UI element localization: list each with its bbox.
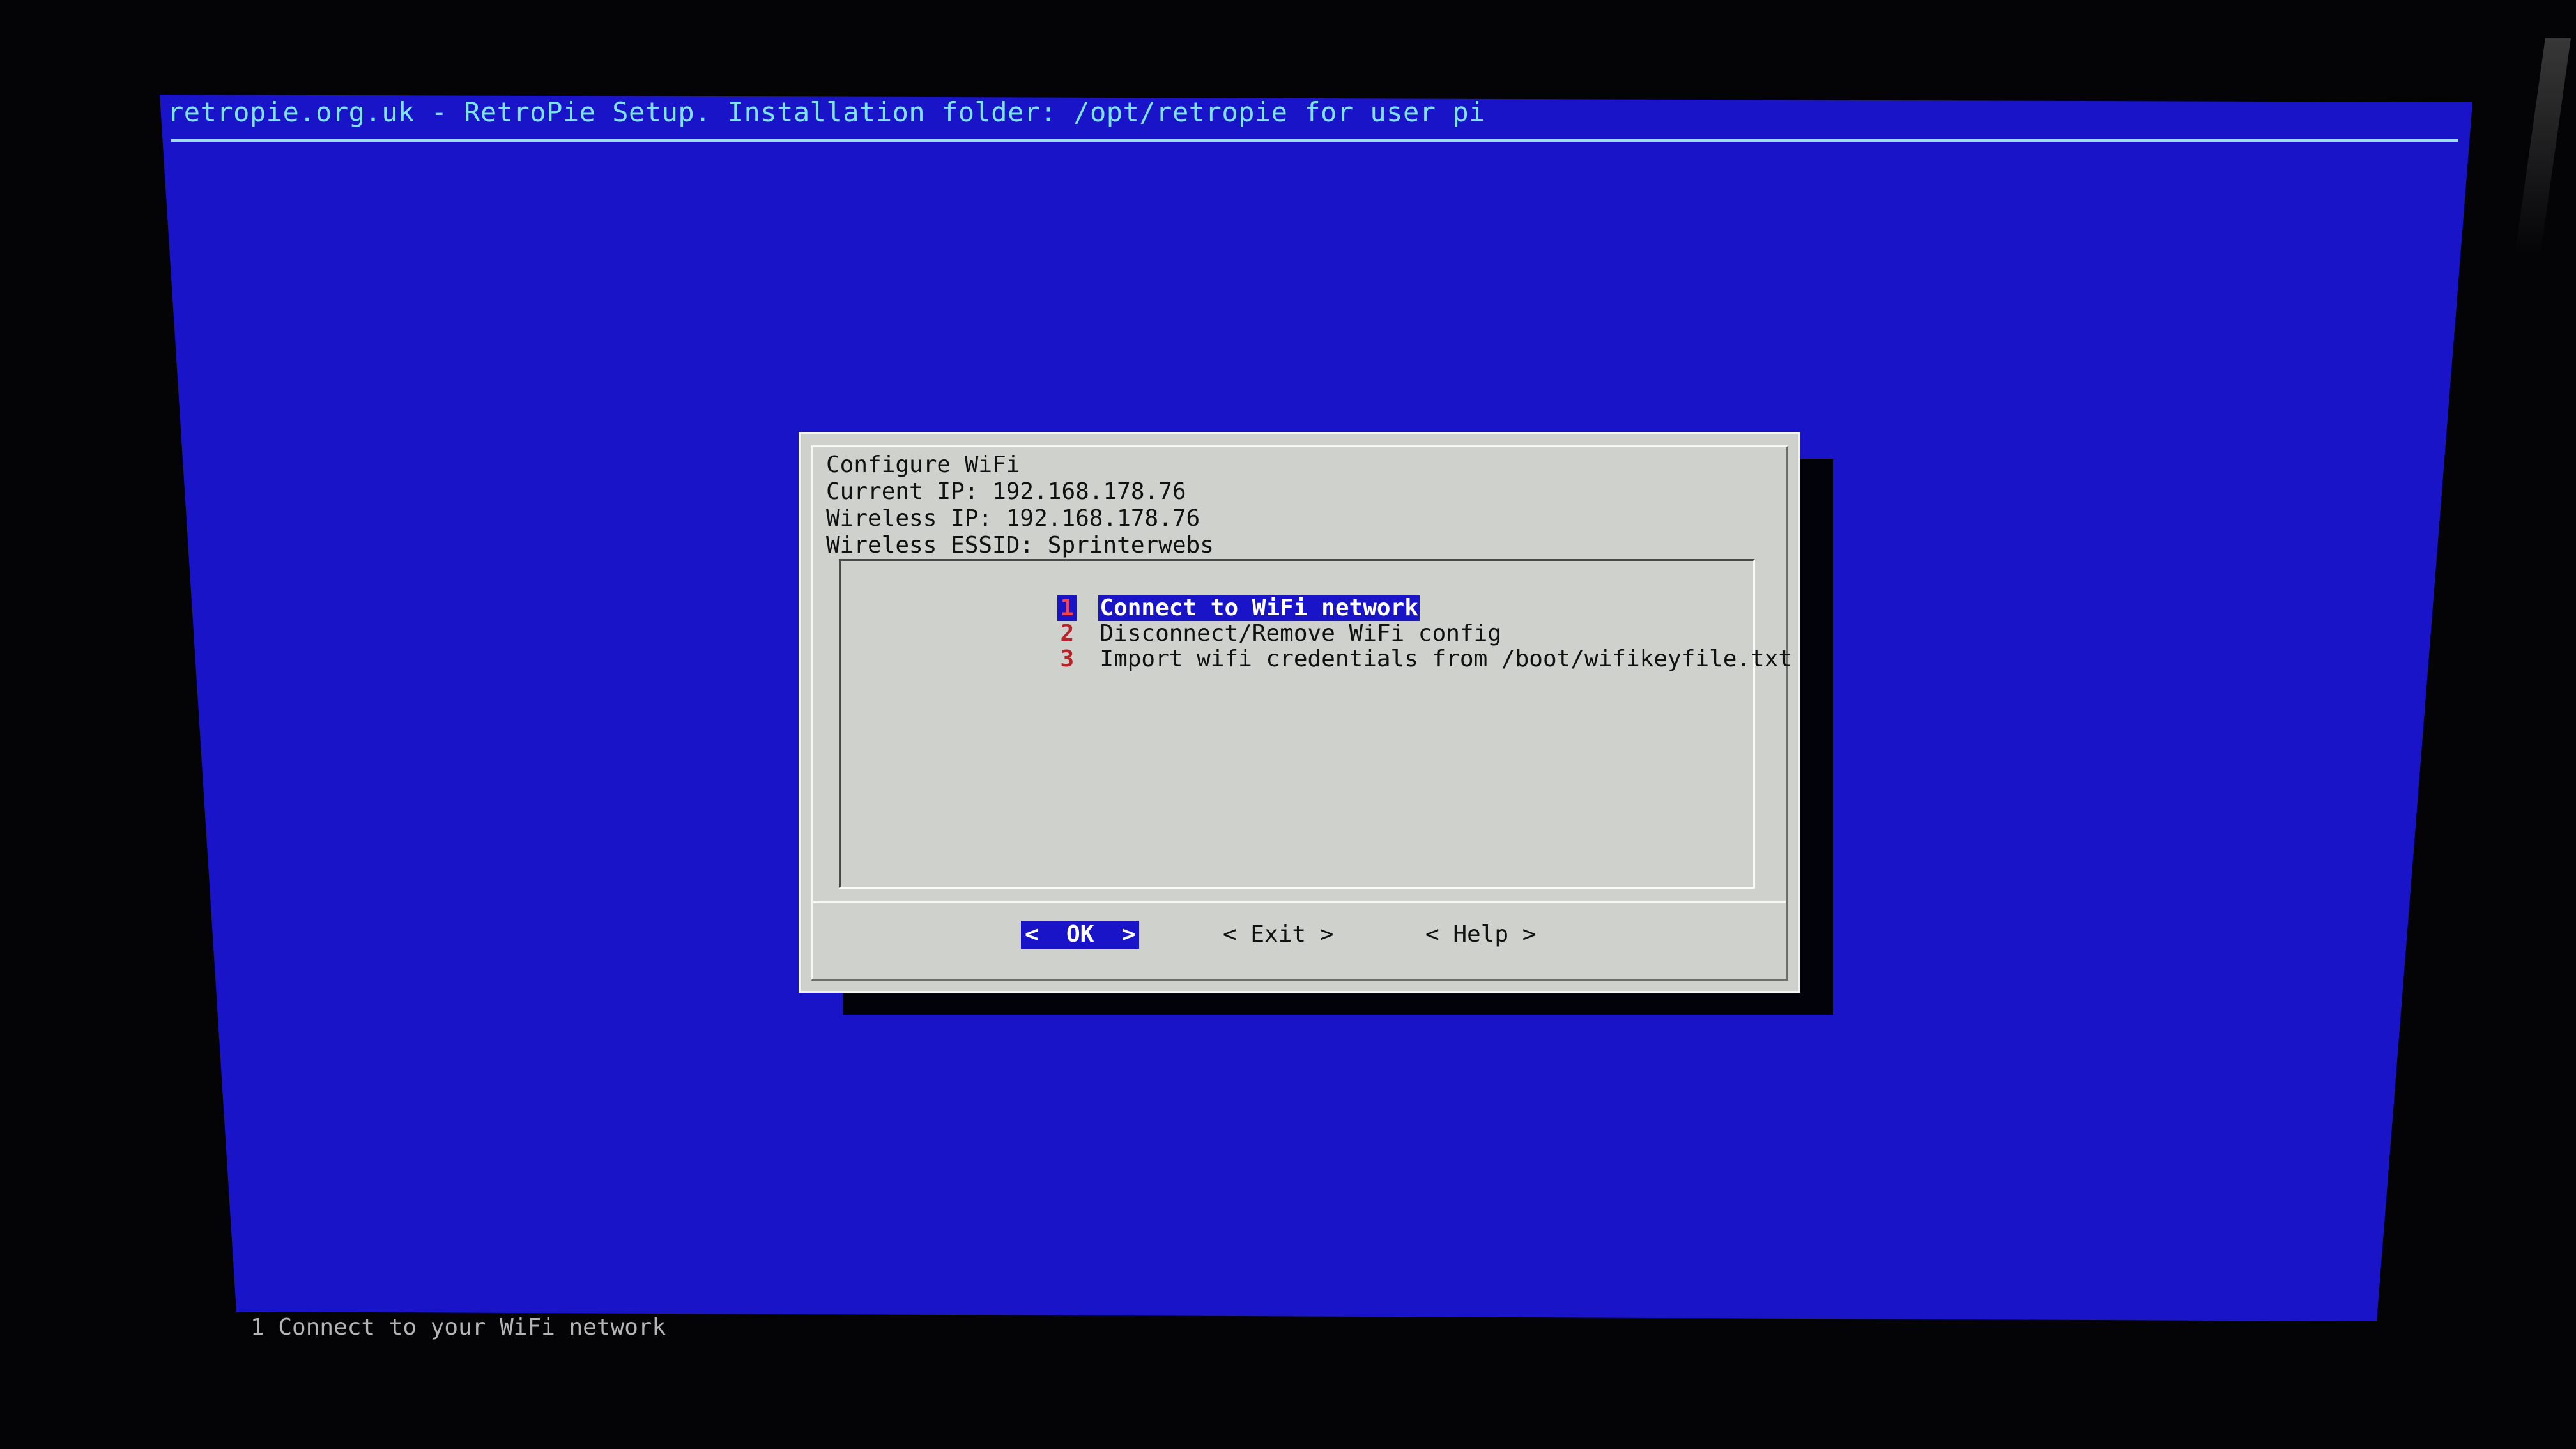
help-button[interactable]: < Help > [1422, 921, 1540, 949]
ok-button[interactable]: < OK > [1021, 921, 1140, 949]
menu-item-tag: 3 [1060, 646, 1075, 672]
status-line: 1 Connect to your WiFi network [250, 1314, 666, 1340]
menu-item-label: Import wifi credentials from /boot/wifik… [1100, 646, 1793, 672]
dialog-info: Configure WiFi Current IP: 192.168.178.7… [826, 452, 1214, 559]
menu-item-import-credentials[interactable]: 3 Import wifi credentials from /boot/wifi… [947, 621, 1793, 672]
button-divider [813, 901, 1786, 903]
configure-wifi-dialog: Configure WiFi Current IP: 192.168.178.7… [799, 432, 1800, 993]
dialog-title: Configure WiFi [826, 452, 1020, 478]
backtitle: retropie.org.uk - RetroPie Setup. Instal… [167, 96, 1485, 128]
backtitle-divider [171, 139, 2458, 142]
wireless-essid-line: Wireless ESSID: Sprinterwebs [826, 532, 1214, 558]
wireless-ip-line: Wireless IP: 192.168.178.76 [826, 505, 1200, 532]
menu-list: 1 Connect to WiFi network 2 Disconnect/Rem… [839, 559, 1792, 889]
terminal-screen: retropie.org.uk - RetroPie Setup. Instal… [160, 95, 2472, 1321]
button-bar: < OK > < Exit > < Help > [801, 921, 1798, 949]
exit-button[interactable]: < Exit > [1219, 921, 1337, 949]
menu-item-connect[interactable]: 1 Connect to WiFi network [947, 570, 1420, 621]
menu-item-disconnect[interactable]: 2 Disconnect/Remove WiFi config [947, 595, 1503, 647]
current-ip-line: Current IP: 192.168.178.76 [826, 479, 1186, 505]
